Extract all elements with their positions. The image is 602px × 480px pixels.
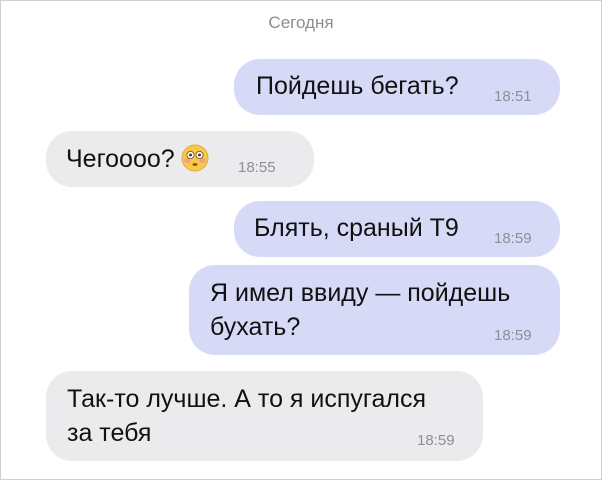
- message-text: Так-то лучше. А то я испугался за тебя: [67, 385, 427, 447]
- message-text: Чегоооо?: [66, 145, 175, 173]
- message-bubble-incoming[interactable]: Так-то лучше. А то я испугался за тебя 1…: [46, 371, 483, 461]
- message-text: Пойдешь бегать?: [256, 72, 459, 100]
- message-text: Я имел ввиду — пойдешь бухать?: [210, 279, 511, 341]
- message-bubble-outgoing[interactable]: Я имел ввиду — пойдешь бухать? 18:59: [189, 265, 560, 355]
- message-timestamp: 18:59: [494, 327, 532, 344]
- message-bubble-outgoing[interactable]: Блять, сраный Т9 18:59: [234, 201, 560, 257]
- chat-window: Сегодня Пойдешь бегать? 18:51 Чегоооо? 1…: [0, 0, 602, 480]
- message-text: Блять, сраный Т9: [254, 214, 459, 242]
- date-separator: Сегодня: [268, 13, 334, 32]
- message-timestamp: 18:59: [417, 432, 455, 449]
- message-timestamp: 18:55: [238, 159, 276, 176]
- message-bubble-incoming[interactable]: Чегоооо? 18:55: [46, 131, 314, 187]
- message-timestamp: 18:51: [494, 88, 532, 105]
- message-timestamp: 18:59: [494, 230, 532, 247]
- message-content: Чегоооо?: [66, 142, 209, 176]
- flushed-face-icon: [181, 144, 209, 172]
- message-bubble-outgoing[interactable]: Пойдешь бегать? 18:51: [234, 59, 560, 115]
